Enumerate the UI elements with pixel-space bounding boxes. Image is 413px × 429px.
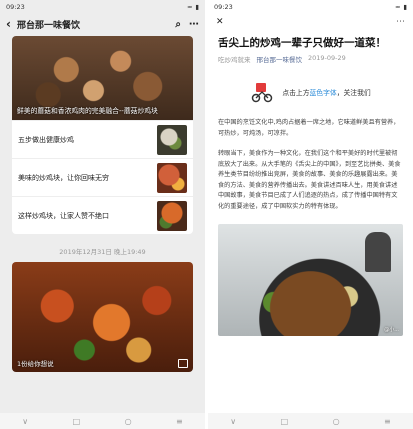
nav-menu-icon[interactable]: ≡ bbox=[384, 417, 391, 426]
nav-home-icon[interactable]: ○ bbox=[333, 417, 340, 426]
more-icon[interactable]: ⋯ bbox=[189, 19, 199, 30]
thumbnail-image bbox=[157, 200, 187, 231]
follow-suffix: ，关注我们 bbox=[336, 89, 371, 97]
follow-banner[interactable]: 点击上方蓝色字体，关注我们 bbox=[208, 76, 413, 108]
article-header: ✕ ⋯ bbox=[208, 14, 413, 30]
thumbnail-image bbox=[157, 124, 187, 155]
list-item-title: 这样炒鸡块，让家人赞不绝口 bbox=[18, 211, 109, 220]
right-phone: 09:23 ≈ ▮ ✕ ⋯ 舌尖上的炒鸡一辈子只做好一道菜！ 吃炒鸡就来 邢台那… bbox=[208, 0, 413, 429]
system-nav-bar: ∨ □ ○ ≡ bbox=[0, 413, 205, 429]
thumbnail-image bbox=[157, 162, 187, 193]
list-item-title: 五步做出健康炒鸡 bbox=[18, 135, 74, 144]
meta-date: 2019-09-29 bbox=[308, 54, 346, 62]
background-person bbox=[365, 232, 391, 272]
status-time: 09:23 bbox=[6, 3, 25, 11]
nav-back-icon[interactable]: ∨ bbox=[22, 417, 28, 426]
image-icon bbox=[178, 359, 188, 368]
status-icons: ≈ ▮ bbox=[187, 3, 199, 11]
article-meta: 吃炒鸡就来 邢台那一味餐饮 2019-09-29 bbox=[208, 50, 413, 68]
nav-recent-icon[interactable]: □ bbox=[73, 417, 81, 426]
follow-text: 点击上方蓝色字体，关注我们 bbox=[282, 87, 370, 97]
hero-image[interactable]: 鲜美的蘑菇和香浓鸡肉的完美融合--蘑菇炒鸡块 bbox=[12, 36, 193, 120]
wifi-icon: ≈ bbox=[186, 3, 193, 11]
article-card-image[interactable]: 1份给你想说 bbox=[12, 262, 193, 372]
back-icon[interactable]: ‹ bbox=[6, 17, 11, 31]
system-nav-bar: ∨ □ ○ ≡ bbox=[208, 413, 413, 429]
delivery-bike-icon bbox=[250, 81, 274, 103]
list-item[interactable]: 五步做出健康炒鸡 bbox=[12, 120, 193, 158]
status-bar: 09:23 ≈ ▮ bbox=[208, 0, 413, 14]
close-icon[interactable]: ✕ bbox=[216, 17, 224, 27]
list-item[interactable]: 这样炒鸡块，让家人赞不绝口 bbox=[12, 196, 193, 234]
meta-source: 吃炒鸡就来 bbox=[218, 56, 251, 64]
status-time: 09:23 bbox=[214, 3, 233, 11]
article-title: 舌尖上的炒鸡一辈子只做好一道菜！ bbox=[218, 37, 386, 49]
list-item[interactable]: 美味的炒鸡块，让你回味无穷 bbox=[12, 158, 193, 196]
card-caption: 1份给你想说 bbox=[17, 360, 54, 368]
follow-link[interactable]: 蓝色字体 bbox=[310, 89, 337, 97]
article-card[interactable]: 鲜美的蘑菇和香浓鸡肉的完美融合--蘑菇炒鸡块 五步做出健康炒鸡 美味的炒鸡块，让… bbox=[12, 36, 193, 234]
nav-recent-icon[interactable]: □ bbox=[281, 417, 289, 426]
more-icon[interactable]: ⋯ bbox=[396, 17, 405, 27]
meta-account-link[interactable]: 邢台那一味餐饮 bbox=[257, 54, 303, 64]
nav-home-icon[interactable]: ○ bbox=[125, 417, 132, 426]
battery-icon: ▮ bbox=[195, 3, 199, 11]
article-paragraph: 在中国的烹饪文化中,鸡肉占据着一席之地，它味道鲜美且有营养，可热炒，可炖汤，可凉… bbox=[218, 119, 400, 137]
hero-caption: 鲜美的蘑菇和香浓鸡肉的完美融合--蘑菇炒鸡块 bbox=[17, 107, 158, 115]
wifi-icon: ≈ bbox=[394, 3, 401, 11]
article-photo[interactable]: @小... bbox=[218, 224, 403, 336]
article-paragraph: 转眼当下，美食作为一种文化，在我们这个和平美好的时代里被彻底放大了出来。从大手笔… bbox=[218, 150, 401, 210]
photo-watermark: @小... bbox=[384, 327, 399, 333]
follow-prefix: 点击上方 bbox=[282, 89, 310, 97]
account-header: ‹ 邢台那一味餐饮 ⌕ ⋯ bbox=[0, 14, 205, 34]
battery-icon: ▮ bbox=[403, 3, 407, 11]
left-phone: 09:23 ≈ ▮ ‹ 邢台那一味餐饮 ⌕ ⋯ 鲜美的蘑菇和香浓鸡肉的完美融合-… bbox=[0, 0, 205, 429]
account-title: 邢台那一味餐饮 bbox=[16, 20, 80, 31]
date-divider: 2019年12月31日 晚上19:49 bbox=[59, 248, 146, 256]
nav-menu-icon[interactable]: ≡ bbox=[176, 417, 183, 426]
status-icons: ≈ ▮ bbox=[395, 3, 407, 11]
list-item-title: 美味的炒鸡块，让你回味无穷 bbox=[18, 173, 109, 182]
status-bar: 09:23 ≈ ▮ bbox=[0, 0, 205, 14]
search-icon[interactable]: ⌕ bbox=[175, 19, 181, 30]
nav-back-icon[interactable]: ∨ bbox=[230, 417, 236, 426]
